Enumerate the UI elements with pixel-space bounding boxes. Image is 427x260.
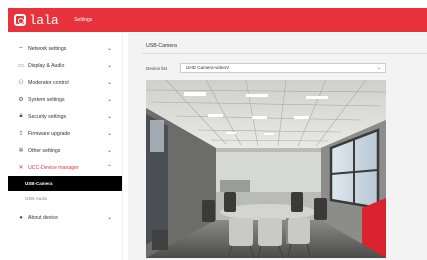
sidebar-item-firmware-upgrade[interactable]: ⇪ Firmware upgrade ⌄: [8, 125, 122, 142]
chevron-down-icon: ⌄: [106, 46, 112, 52]
sidebar-item-ucc-device-manager[interactable]: ✕ UCC-Device manager ⌃: [8, 159, 122, 176]
sidebar-subitem-usb-camera[interactable]: USB-Camera: [8, 176, 122, 191]
sidebar-item-label: Firmware upgrade: [28, 130, 71, 137]
device-list-select[interactable]: UHD Camera-videoV ⌄: [180, 63, 386, 73]
sidebar-item-system-settings[interactable]: ⚙ System settings ⌄: [8, 91, 122, 108]
device-list-value: UHD Camera-videoV: [186, 65, 230, 70]
gear-icon: ⚙: [18, 97, 24, 103]
sidebar-item-label: System settings: [28, 96, 65, 103]
sidebar-item-label: Display & Audio: [28, 62, 65, 69]
sidebar-item-security-settings[interactable]: 🔒︎ Security settings ⌄: [8, 108, 122, 125]
sidebar: ⌔ Network settings ⌄ ▭ Display & Audio ⌄…: [8, 33, 123, 260]
chevron-down-icon: ⌄: [106, 63, 112, 69]
device-list-label: Device list: [146, 66, 167, 71]
divider: [142, 53, 427, 54]
camera-preview-image: [146, 80, 386, 258]
logo-text: lala: [29, 12, 59, 28]
chevron-down-icon: ⌄: [106, 114, 112, 120]
chevron-down-icon: ⌄: [106, 215, 112, 221]
sidebar-subitem-usb-audio[interactable]: USB-Audio: [8, 191, 122, 206]
sidebar-item-label: Security settings: [28, 113, 67, 120]
chevron-down-icon: ⌄: [106, 131, 112, 137]
sidebar-item-label: UCC-Device manager: [28, 164, 79, 171]
sidebar-item-label: Other settings: [28, 147, 61, 154]
chevron-down-icon: ⌄: [106, 80, 112, 86]
sidebar-item-display-audio[interactable]: ▭ Display & Audio ⌄: [8, 57, 122, 74]
upload-icon: ⇪: [18, 131, 24, 137]
sidebar-item-network-settings[interactable]: ⌔ Network settings ⌄: [8, 40, 122, 57]
monitor-icon: ▭: [18, 63, 24, 69]
tools-icon: ✕: [18, 165, 24, 171]
chevron-up-icon: ⌃: [106, 165, 112, 171]
sidebar-item-label: About device: [28, 214, 58, 221]
sidebar-item-other-settings[interactable]: ✲ Other settings ⌄: [8, 142, 122, 159]
camera-preview: [146, 80, 386, 258]
page-title: Settings: [74, 17, 93, 23]
info-icon: ●: [19, 214, 23, 221]
top-bar: lala Settings: [8, 8, 427, 32]
brand-logo: lala: [14, 12, 59, 28]
sidebar-item-moderator-control[interactable]: ⚇ Moderator control ⌄: [8, 74, 122, 91]
sidebar-item-label: Moderator control: [28, 79, 69, 86]
wifi-icon: ⌔: [18, 46, 24, 53]
section-title: USB-Camera: [146, 43, 177, 49]
logo-mark-icon: [14, 14, 26, 26]
moderator-icon: ⚇: [18, 80, 24, 86]
sidebar-item-about-device[interactable]: ● About device ⌄: [8, 209, 122, 226]
chevron-down-icon: ⌄: [106, 148, 112, 154]
settings-icon: ✲: [18, 148, 24, 154]
chevron-down-icon: ⌄: [106, 97, 112, 103]
lock-icon: 🔒︎: [19, 113, 23, 119]
sidebar-item-label: Network settings: [28, 45, 67, 52]
main-panel: USB-Camera Device list UHD Camera-videoV…: [128, 33, 427, 260]
chevron-down-icon: ⌄: [376, 65, 381, 71]
